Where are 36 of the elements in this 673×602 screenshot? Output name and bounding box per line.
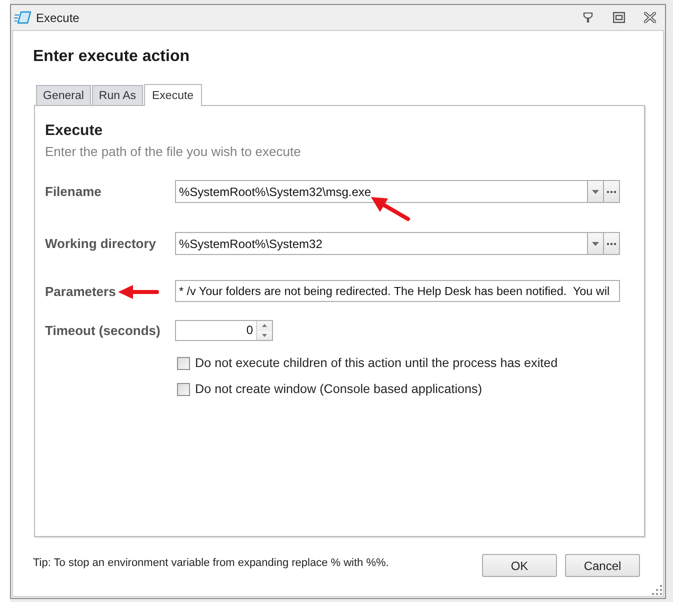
combo-field[interactable]: %SystemRoot%\System32\msg.exe bbox=[175, 180, 588, 203]
dialog-button[interactable]: Cancel bbox=[565, 554, 640, 577]
window-title: Execute bbox=[36, 10, 80, 24]
tip-text: Tip: To stop an environment variable from expanding replace % with %%. bbox=[33, 557, 390, 569]
field-label: Working directory bbox=[45, 236, 156, 251]
combo-field[interactable]: %SystemRoot%\System32 bbox=[175, 232, 588, 255]
field-label: Timeout (seconds) bbox=[45, 323, 160, 338]
dropdown-button[interactable] bbox=[588, 180, 604, 203]
caret-up-icon bbox=[262, 324, 267, 328]
tab[interactable]: Execute bbox=[144, 84, 202, 106]
dialog-heading: Enter execute action bbox=[33, 47, 190, 67]
close-icon bbox=[644, 12, 656, 23]
checkbox-label[interactable]: Do not execute children of this action until the process has exited bbox=[195, 356, 558, 370]
dialog-button[interactable]: OK bbox=[482, 554, 557, 577]
section-title: Execute bbox=[45, 122, 104, 140]
field-label: Filename bbox=[45, 184, 102, 199]
tab[interactable]: General bbox=[36, 85, 91, 105]
dropdown-button[interactable] bbox=[588, 232, 604, 255]
browse-button[interactable] bbox=[604, 180, 620, 203]
text-field[interactable]: * /v Your folders are not being redirected. The Help Desk has been notified. You wil bbox=[175, 280, 620, 302]
spin-up-button[interactable] bbox=[257, 321, 272, 330]
caret-icon bbox=[262, 334, 267, 337]
tab[interactable]: Run As bbox=[92, 85, 143, 105]
spin-field[interactable]: 0 bbox=[175, 320, 273, 341]
app-icon bbox=[14, 11, 31, 24]
caret-icon bbox=[592, 242, 599, 246]
section-description: Enter the path of the file you wish to execute bbox=[45, 144, 302, 160]
window-icon bbox=[613, 12, 625, 23]
pin-icon bbox=[582, 12, 594, 23]
resize-grip-icon[interactable] bbox=[652, 585, 662, 595]
checkbox[interactable] bbox=[177, 356, 190, 370]
checkbox-label[interactable]: Do not create window (Console based applications) bbox=[195, 382, 482, 396]
field-label: Parameters bbox=[45, 284, 116, 298]
browse-button[interactable] bbox=[604, 232, 620, 255]
checkbox[interactable] bbox=[177, 382, 190, 396]
caret-icon bbox=[592, 190, 599, 194]
